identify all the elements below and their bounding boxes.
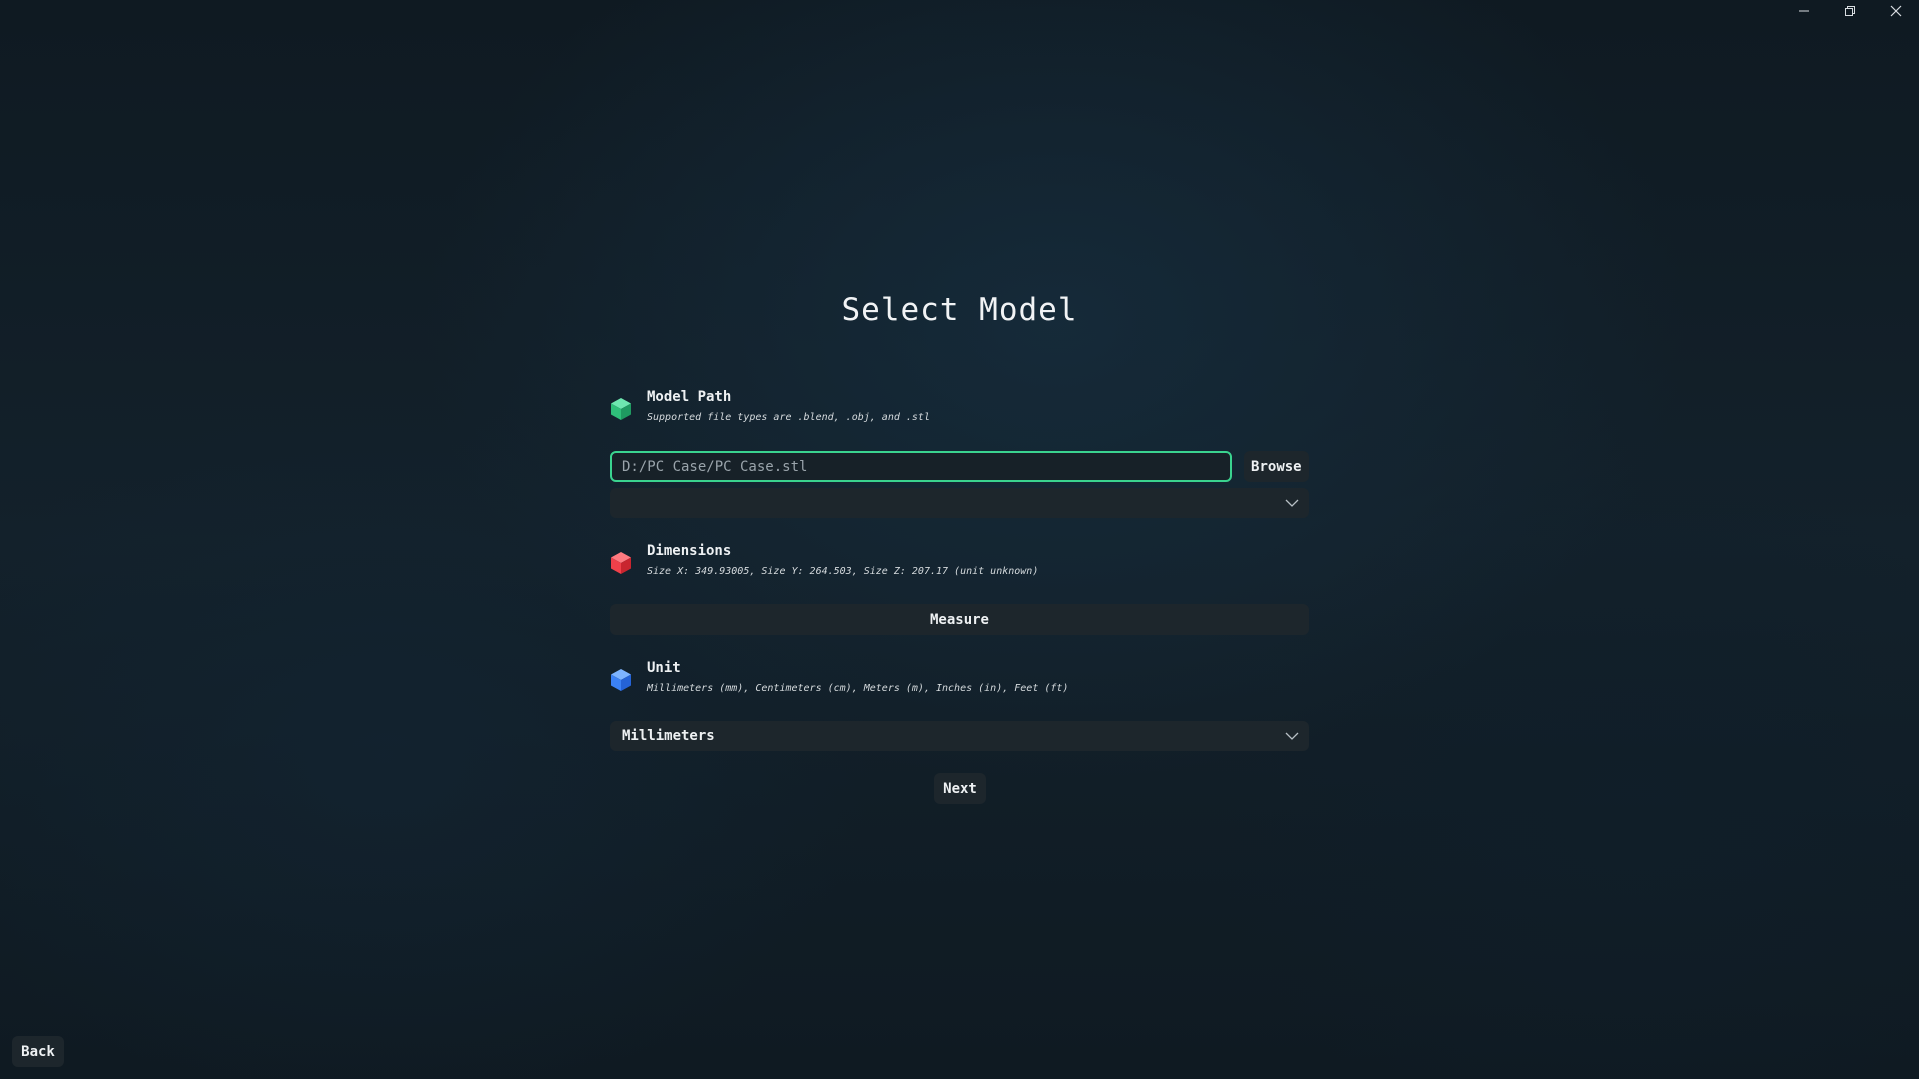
measure-button[interactable]: Measure xyxy=(610,604,1309,635)
restore-button[interactable] xyxy=(1827,0,1873,22)
chevron-down-icon xyxy=(1285,499,1299,507)
model-path-row: Browse xyxy=(610,451,1309,482)
unit-title: Unit xyxy=(647,660,681,676)
page-title: Select Model xyxy=(841,292,1078,328)
minimize-icon xyxy=(1799,10,1809,12)
chevron-down-icon xyxy=(1285,732,1299,740)
dimensions-title: Dimensions xyxy=(647,543,732,559)
window-controls xyxy=(1781,0,1919,22)
close-icon xyxy=(1890,5,1902,17)
unit-select[interactable]: Millimeters xyxy=(610,721,1309,751)
next-button[interactable]: Next xyxy=(934,773,986,804)
unit-select-value: Millimeters xyxy=(622,728,715,744)
dimensions-header: Dimensions Size X: 349.93005, Size Y: 26… xyxy=(610,542,1038,578)
close-button[interactable] xyxy=(1873,0,1919,22)
model-path-header: Model Path Supported file types are .ble… xyxy=(610,388,930,424)
dimensions-description: Size X: 349.93005, Size Y: 264.503, Size… xyxy=(647,566,1039,577)
restore-icon xyxy=(1845,6,1855,16)
browse-button[interactable]: Browse xyxy=(1243,451,1309,482)
back-button[interactable]: Back xyxy=(12,1036,64,1067)
green-cube-icon xyxy=(611,398,631,420)
unit-header: Unit Millimeters (mm), Centimeters (cm),… xyxy=(610,659,1068,695)
model-object-select[interactable] xyxy=(610,488,1309,518)
minimize-button[interactable] xyxy=(1781,0,1827,22)
model-path-input[interactable] xyxy=(610,451,1232,482)
unit-description: Millimeters (mm), Centimeters (cm), Mete… xyxy=(647,683,1069,694)
red-cube-icon xyxy=(611,552,631,574)
model-path-description: Supported file types are .blend, .obj, a… xyxy=(647,412,930,423)
model-path-title: Model Path xyxy=(647,389,732,405)
blue-cube-icon xyxy=(611,669,631,691)
